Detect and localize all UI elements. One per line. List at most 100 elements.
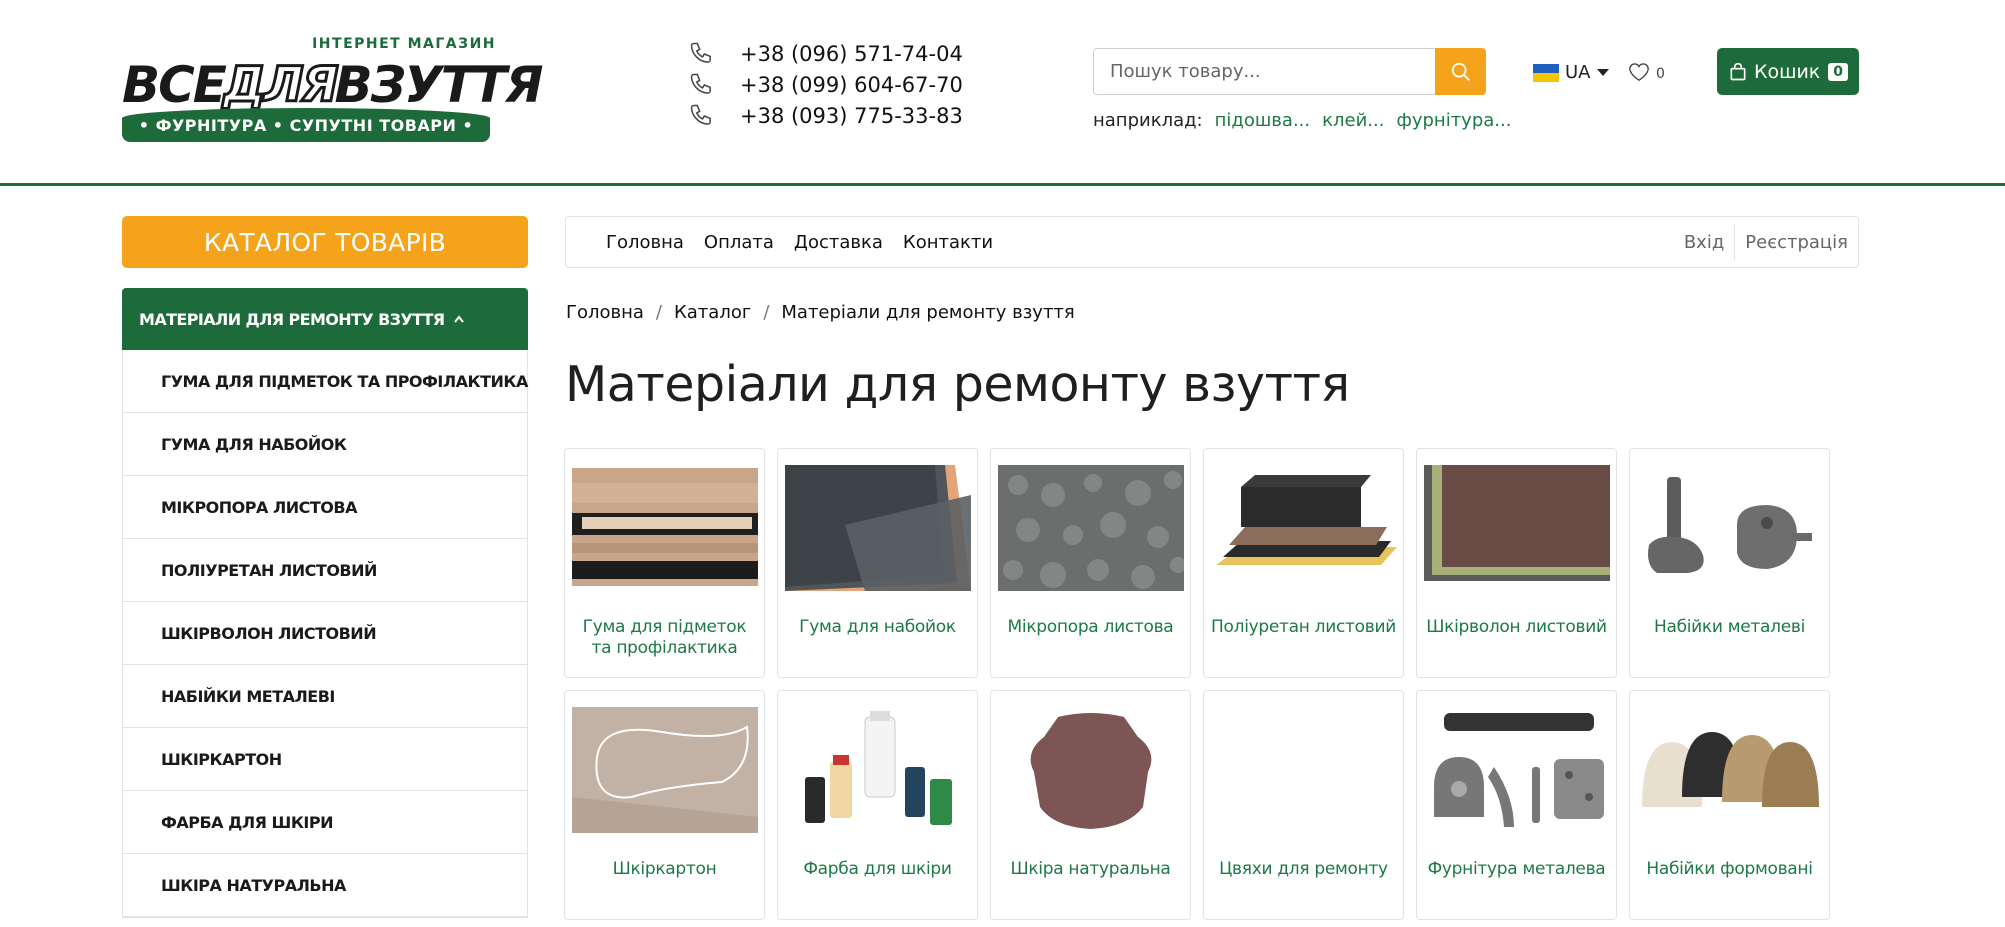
sidebar-item[interactable]: ФАРБА ДЛЯ ШКІРИ: [123, 791, 527, 854]
sidebar-item[interactable]: ГУМА ДЛЯ ПІДМЕТОК ТА ПРОФІЛАКТИКА: [123, 350, 528, 413]
shopping-bag-icon: [1730, 62, 1746, 80]
wishlist-link[interactable]: 0: [1628, 62, 1665, 82]
product-name[interactable]: Шкірволон листовий: [1423, 617, 1610, 638]
cart-label: Кошик: [1753, 60, 1821, 83]
logo-word-2: ДЛЯ: [221, 56, 340, 115]
cart-count-badge: 0: [1828, 62, 1849, 81]
search-icon: [1451, 62, 1470, 81]
product-name[interactable]: Фурнітура металева: [1423, 859, 1610, 880]
sidebar-item[interactable]: МІКРОПОРА ЛИСТОВА: [123, 476, 527, 539]
product-name[interactable]: Поліуретан листовий: [1210, 617, 1397, 638]
product-card[interactable]: Набійки металеві: [1629, 448, 1830, 678]
catalog-button[interactable]: КАТАЛОГ ТОВАРІВ: [122, 216, 528, 268]
product-image-leather-paint[interactable]: [785, 707, 971, 833]
nav-link-payment[interactable]: Оплата: [704, 232, 774, 253]
phone-number[interactable]: +38 (099) 604-67-70: [740, 73, 963, 97]
phone-item[interactable]: +38 (099) 604-67-70: [688, 69, 988, 100]
product-card[interactable]: Шкірволон листовий: [1416, 448, 1617, 678]
sidebar-item[interactable]: ПОЛІУРЕТАН ЛИСТОВИЙ: [123, 539, 527, 602]
sidebar-item-label: ГУМА ДЛЯ ПІДМЕТОК ТА ПРОФІЛАКТИКА: [161, 371, 528, 391]
product-name[interactable]: Шкіркартон: [571, 859, 758, 880]
phone-list: +38 (096) 571-74-04 +38 (099) 604-67-70 …: [688, 38, 988, 131]
sidebar-item[interactable]: ШКІРА НАТУРАЛЬНА: [123, 854, 527, 917]
main-nav: Головна Оплата Доставка Контакти Вхід Ре…: [565, 216, 1859, 268]
breadcrumb-item[interactable]: Головна: [566, 302, 644, 323]
breadcrumb-separator: /: [763, 302, 770, 323]
product-card[interactable]: Поліуретан листовий: [1203, 448, 1404, 678]
product-name[interactable]: Набійки формовані: [1636, 859, 1823, 880]
product-card[interactable]: Набійки формовані: [1629, 690, 1830, 920]
logo-word-3: ВЗУТТЯ: [334, 56, 544, 114]
product-image-repair-nails[interactable]: [1211, 707, 1397, 833]
chevron-up-icon: [453, 315, 464, 323]
product-name[interactable]: Мікропора листова: [997, 617, 1184, 638]
site-logo[interactable]: ІНТЕРНЕТ МАГАЗИН ВСЕ ДЛЯ ВЗУТТЯ • ФУРНІТ…: [122, 34, 543, 144]
search-bar: [1093, 48, 1486, 95]
search-example-link[interactable]: фурнітура...: [1396, 110, 1511, 131]
product-image-cardboard-insoles[interactable]: [572, 707, 758, 833]
cart-button[interactable]: Кошик 0: [1717, 48, 1859, 95]
sidebar-item-label: НАБІЙКИ МЕТАЛЕВІ: [161, 686, 335, 706]
breadcrumb-item[interactable]: Каталог: [674, 302, 751, 323]
phone-item[interactable]: +38 (096) 571-74-04: [688, 38, 988, 69]
product-image-metal-heel-taps[interactable]: [1637, 465, 1823, 591]
language-selector[interactable]: UA: [1533, 62, 1609, 83]
phone-icon: [690, 42, 711, 63]
sidebar-item-label: ФАРБА ДЛЯ ШКІРИ: [161, 812, 333, 832]
sidebar-item[interactable]: ГУМА ДЛЯ НАБОЙОК: [123, 413, 527, 476]
nav-link-contacts[interactable]: Контакти: [903, 232, 993, 253]
sidebar-item[interactable]: ШКІРВОЛОН ЛИСТОВИЙ: [123, 602, 527, 665]
search-example-link[interactable]: підошва...: [1215, 110, 1311, 131]
logo-ribbon: • ФУРНІТУРА • СУПУТНІ ТОВАРИ •: [122, 108, 490, 142]
search-example-link[interactable]: клей...: [1322, 110, 1384, 131]
register-link[interactable]: Реєстрація: [1735, 232, 1858, 253]
product-image-metal-fittings[interactable]: [1424, 707, 1610, 833]
product-image-polyurethane-sheet[interactable]: [1211, 465, 1397, 591]
product-name[interactable]: Фарба для шкіри: [784, 859, 971, 880]
product-card[interactable]: Шкіра натуральна: [990, 690, 1191, 920]
product-name[interactable]: Гума для підметок та профілактика: [571, 617, 758, 659]
sidebar-item-label: ШКІРКАРТОН: [161, 749, 282, 769]
phone-item[interactable]: +38 (093) 775-33-83: [688, 100, 988, 131]
nav-link-home[interactable]: Головна: [606, 232, 684, 253]
search-button[interactable]: [1435, 48, 1486, 95]
sidebar-item-label: ГУМА ДЛЯ НАБОЙОК: [161, 434, 347, 454]
heart-icon: [1629, 63, 1649, 81]
phone-icon: [690, 73, 711, 94]
product-card[interactable]: Шкіркартон: [564, 690, 765, 920]
phone-icon: [690, 104, 711, 125]
phone-number[interactable]: +38 (093) 775-33-83: [740, 104, 963, 128]
product-image-heel-rubber[interactable]: [785, 465, 971, 591]
product-image-microporous-sheet[interactable]: [998, 465, 1184, 591]
login-link[interactable]: Вхід: [1674, 232, 1734, 253]
sidebar-category-active[interactable]: МАТЕРІАЛИ ДЛЯ РЕМОНТУ ВЗУТТЯ: [122, 288, 528, 350]
breadcrumb: Головна / Каталог / Матеріали для ремонт…: [566, 302, 1075, 323]
product-card[interactable]: Гума для набойок: [777, 448, 978, 678]
sidebar-category-active-label: МАТЕРІАЛИ ДЛЯ РЕМОНТУ ВЗУТТЯ: [139, 309, 445, 329]
sidebar-subcategory-list: ГУМА ДЛЯ ПІДМЕТОК ТА ПРОФІЛАКТИКА ГУМА Д…: [122, 350, 528, 918]
sidebar-item[interactable]: НАБІЙКИ МЕТАЛЕВІ: [123, 665, 527, 728]
product-image-natural-leather[interactable]: [998, 707, 1184, 833]
product-image-rubber-sheets[interactable]: [572, 465, 758, 591]
breadcrumb-separator: /: [655, 302, 662, 323]
product-card[interactable]: Мікропора листова: [990, 448, 1191, 678]
nav-link-delivery[interactable]: Доставка: [794, 232, 883, 253]
search-examples: наприклад: підошва... клей... фурнітура.…: [1093, 110, 1511, 131]
product-card[interactable]: Гума для підметок та профілактика: [564, 448, 765, 678]
sidebar-item[interactable]: ШКІРКАРТОН: [123, 728, 527, 791]
product-card[interactable]: Фурнітура металева: [1416, 690, 1617, 920]
product-name[interactable]: Гума для набойок: [784, 617, 971, 638]
catalog-button-label: КАТАЛОГ ТОВАРІВ: [203, 227, 447, 257]
product-image-leatherboard-sheet[interactable]: [1424, 465, 1610, 591]
product-name[interactable]: Шкіра натуральна: [997, 859, 1184, 880]
product-card[interactable]: Фарба для шкіри: [777, 690, 978, 920]
product-name[interactable]: Набійки металеві: [1636, 617, 1823, 638]
phone-number[interactable]: +38 (096) 571-74-04: [740, 42, 963, 66]
product-name[interactable]: Цвяхи для ремонту: [1210, 859, 1397, 880]
breadcrumb-item-current: Матеріали для ремонту взуття: [781, 302, 1075, 323]
product-card[interactable]: Цвяхи для ремонту: [1203, 690, 1404, 920]
wishlist-count: 0: [1656, 66, 1665, 82]
search-examples-label: наприклад:: [1093, 110, 1203, 131]
product-image-molded-heel-taps[interactable]: [1637, 707, 1823, 833]
search-input[interactable]: [1093, 48, 1436, 95]
